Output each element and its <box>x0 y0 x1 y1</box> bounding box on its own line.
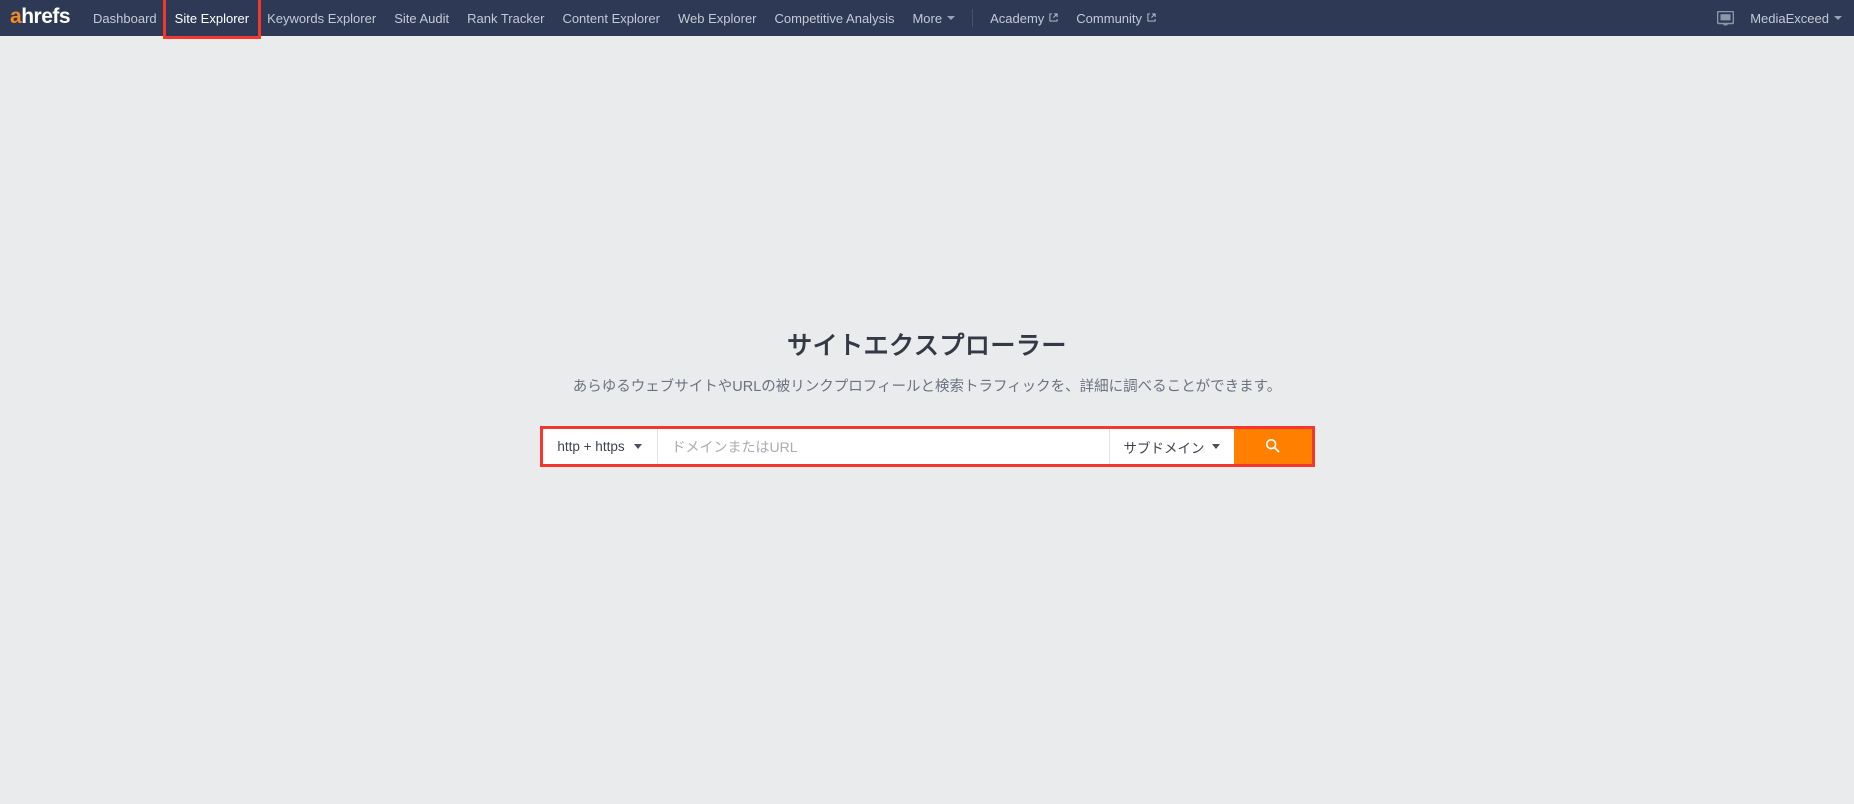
nav-item-label: Keywords Explorer <box>267 10 377 26</box>
nav-item-rank-tracker[interactable]: Rank Tracker <box>458 0 553 36</box>
nav-item-content-explorer[interactable]: Content Explorer <box>553 0 669 36</box>
scope-select[interactable]: サブドメイン <box>1108 429 1234 465</box>
nav-item-label: Competitive Analysis <box>774 10 895 26</box>
nav-item-academy[interactable]: Academy <box>981 0 1067 36</box>
account-menu[interactable]: MediaExceed <box>1750 11 1842 26</box>
page-title: サイトエクスプローラー <box>787 332 1067 360</box>
nav-item-label: Content Explorer <box>562 10 660 26</box>
nav-item-community[interactable]: Community <box>1067 0 1165 36</box>
nav-item-web-explorer[interactable]: Web Explorer <box>669 0 766 36</box>
page-subtitle: あらゆるウェブサイトやURLの被リンクプロフィールと検索トラフィックを、詳細に調… <box>572 379 1282 395</box>
nav-item-keywords-explorer[interactable]: Keywords Explorer <box>258 0 385 36</box>
logo-accent-letter: a <box>10 5 22 28</box>
nav-item-label: Rank Tracker <box>467 10 545 26</box>
chevron-down-icon <box>1834 16 1842 20</box>
primary-nav-items: Dashboard Site Explorer Keywords Explore… <box>84 0 1165 39</box>
nav-item-label: Community <box>1076 10 1143 26</box>
chevron-down-icon <box>947 16 956 20</box>
nav-item-label: More <box>912 10 943 26</box>
domain-or-url-input[interactable] <box>657 429 1109 465</box>
main-content: サイトエクスプローラー あらゆるウェブサイトやURLの被リンクプロフィールと検索… <box>0 36 1854 804</box>
top-navigation-bar: ahrefs Dashboard Site Explorer Keywords … <box>0 0 1854 39</box>
protocol-select-value: http + https <box>557 439 625 455</box>
ahrefs-logo[interactable]: ahrefs <box>10 5 71 31</box>
site-explorer-search-bar: http + https サブドメイン <box>539 426 1315 468</box>
protocol-select[interactable]: http + https <box>542 429 658 465</box>
nav-item-dashboard[interactable]: Dashboard <box>84 0 166 36</box>
search-icon <box>1265 438 1280 456</box>
nav-item-site-explorer[interactable]: Site Explorer <box>162 0 262 39</box>
chevron-down-icon <box>1211 444 1220 450</box>
nav-item-label: Site Audit <box>394 10 450 26</box>
nav-item-competitive-analysis[interactable]: Competitive Analysis <box>766 0 904 36</box>
nav-item-label: Academy <box>990 10 1045 26</box>
logo-text: hrefs <box>21 5 71 28</box>
monitor-icon[interactable] <box>1717 10 1735 26</box>
account-name-label: MediaExceed <box>1750 10 1829 26</box>
nav-item-label: Dashboard <box>93 10 157 26</box>
scope-select-value: サブドメイン <box>1123 440 1205 456</box>
nav-divider <box>972 9 974 27</box>
external-link-icon <box>1147 12 1156 22</box>
nav-item-site-audit[interactable]: Site Audit <box>385 0 458 36</box>
nav-item-more[interactable]: More <box>903 0 964 36</box>
chevron-down-icon <box>633 444 642 450</box>
external-link-icon <box>1049 12 1058 22</box>
nav-right-section: MediaExceed <box>1717 0 1842 36</box>
nav-item-label: Site Explorer <box>174 10 250 26</box>
nav-item-label: Web Explorer <box>678 10 757 26</box>
search-button[interactable] <box>1233 429 1312 465</box>
